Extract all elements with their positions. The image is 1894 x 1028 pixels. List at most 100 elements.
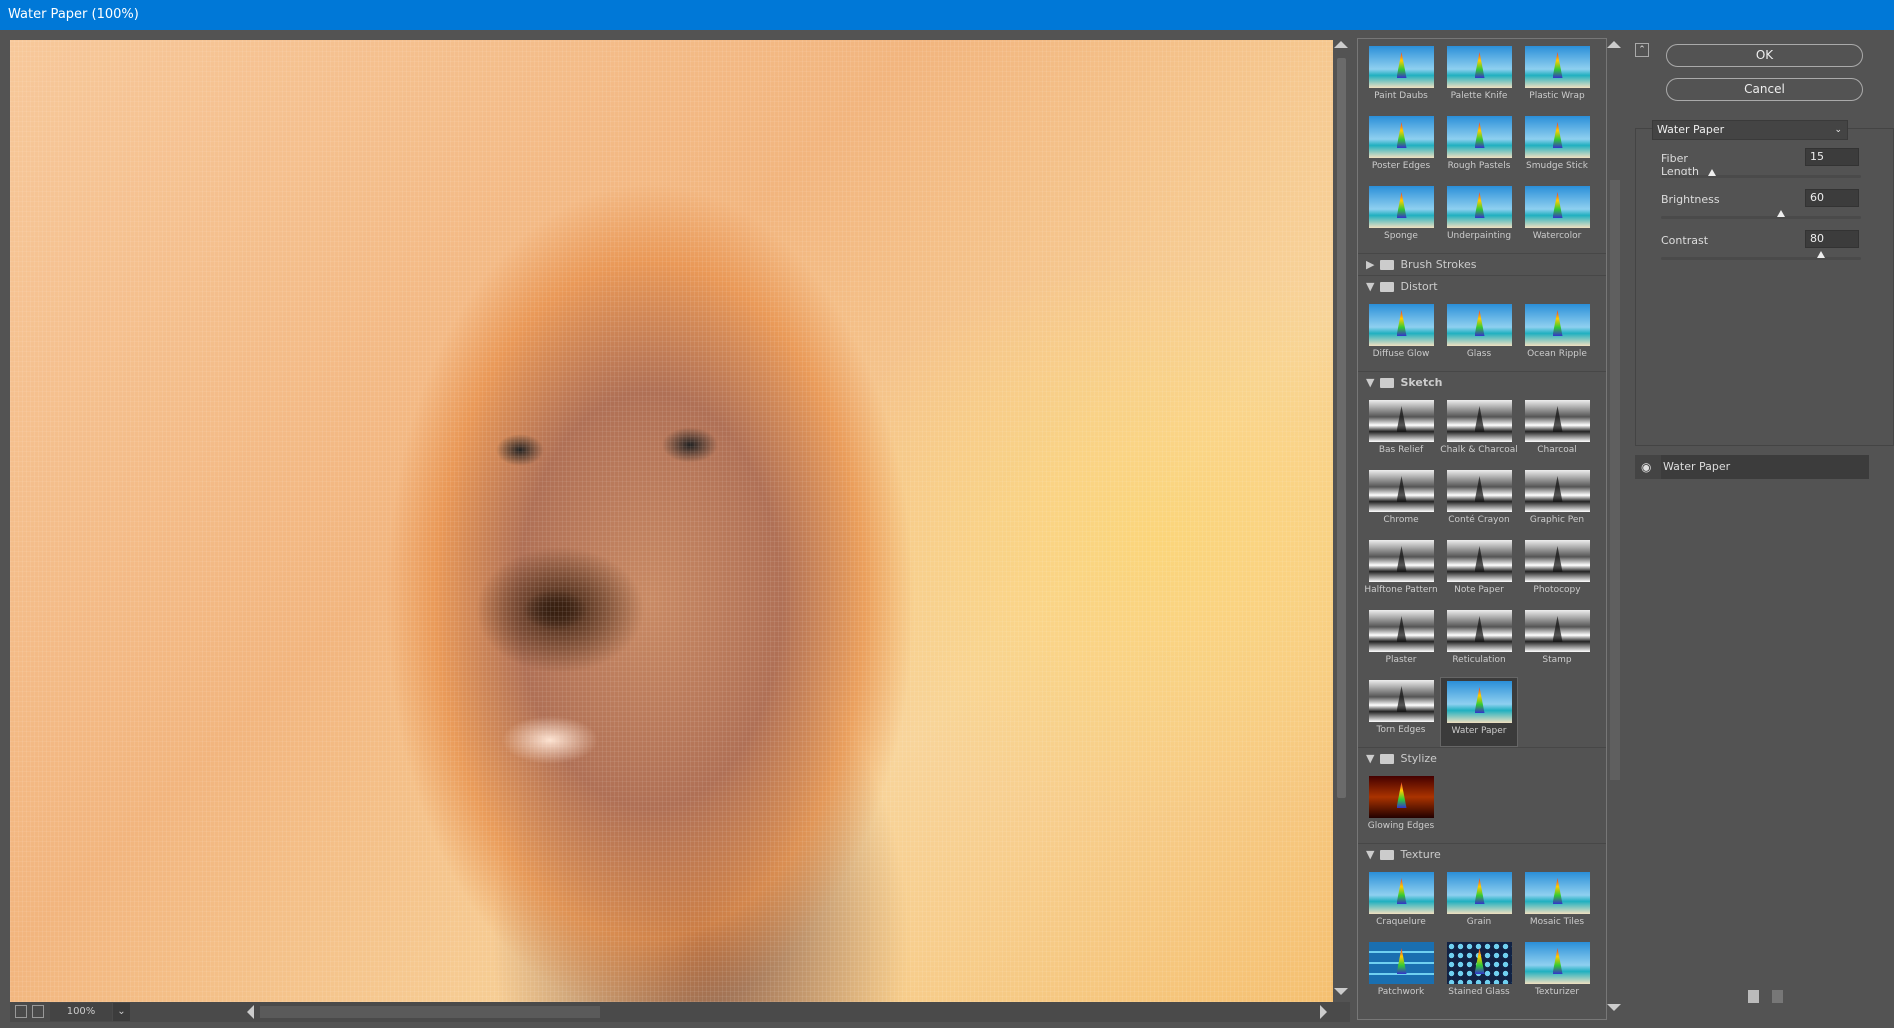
filter-label: Charcoal (1537, 445, 1577, 455)
scroll-down-arrow[interactable] (1607, 1004, 1621, 1018)
collapse-arrow-icon: ▼ (1366, 847, 1375, 861)
cancel-button[interactable]: Cancel (1666, 78, 1863, 101)
gallery-scrollbar[interactable] (1607, 38, 1622, 1020)
collapse-gallery-icon[interactable]: ⌃ (1635, 43, 1649, 57)
filter-label: Chalk & Charcoal (1440, 445, 1518, 455)
filter-thumbnail[interactable]: Rough Pastels (1440, 113, 1518, 183)
filter-label: Poster Edges (1371, 161, 1431, 171)
horizontal-scroll-thumb[interactable] (260, 1006, 600, 1018)
filter-thumbnail[interactable]: Plastic Wrap (1518, 43, 1596, 113)
filter-thumbnail[interactable]: Halftone Pattern (1362, 537, 1440, 607)
zoom-in-button[interactable] (32, 1005, 44, 1018)
zoom-dropdown-chevron-icon[interactable]: ⌄ (113, 1003, 130, 1021)
filter-thumbnail[interactable]: Plaster (1362, 607, 1440, 677)
filter-thumbnail[interactable]: Note Paper (1440, 537, 1518, 607)
param-value-input[interactable]: 60 (1805, 189, 1859, 207)
scroll-left-arrow[interactable] (240, 1005, 254, 1019)
filter-preview-image (1368, 46, 1434, 88)
delete-effect-layer-icon[interactable] (1772, 990, 1783, 1003)
layer-row[interactable]: ◉ Water Paper (1635, 455, 1869, 479)
filter-label: Stained Glass (1448, 987, 1510, 997)
filter-thumbnail[interactable]: Bas Relief (1362, 397, 1440, 467)
filter-thumbnail[interactable]: Underpainting (1440, 183, 1518, 253)
preview-canvas[interactable] (10, 40, 1333, 1002)
new-effect-layer-icon[interactable] (1748, 990, 1759, 1003)
filter-preview-image (1446, 540, 1512, 582)
filter-label: Glowing Edges (1367, 821, 1435, 831)
filter-label: Patchwork (1377, 987, 1425, 997)
filter-thumbnail[interactable]: Glass (1440, 301, 1518, 371)
filter-label: Smudge Stick (1526, 161, 1588, 171)
filter-thumbnail[interactable]: Palette Knife (1440, 43, 1518, 113)
zoom-level[interactable]: 100% (50, 1003, 112, 1021)
filter-thumbnail[interactable]: Grain (1440, 869, 1518, 939)
category-sketch[interactable]: ▼ Sketch (1358, 371, 1606, 393)
filter-thumbnail[interactable]: Chalk & Charcoal (1440, 397, 1518, 467)
filter-thumbnail[interactable]: Charcoal (1518, 397, 1596, 467)
scroll-up-arrow[interactable] (1607, 34, 1621, 48)
filter-preview-image (1524, 304, 1590, 346)
param-slider[interactable] (1661, 169, 1861, 178)
filter-thumbnail[interactable]: Patchwork (1362, 939, 1440, 1009)
scroll-down-arrow[interactable] (1334, 988, 1348, 1002)
param-value-input[interactable]: 80 (1805, 230, 1859, 248)
slider-knob[interactable] (1708, 169, 1717, 176)
filter-thumbnail[interactable]: Paint Daubs (1362, 43, 1440, 113)
filter-thumbnail[interactable]: Reticulation (1440, 607, 1518, 677)
filter-preview-image (1368, 942, 1434, 984)
filter-preview-image (1368, 540, 1434, 582)
scroll-thumb[interactable] (1610, 180, 1620, 780)
filter-select[interactable]: Water Paper ⌄ (1652, 120, 1848, 140)
filter-thumbnail[interactable]: Photocopy (1518, 537, 1596, 607)
preview-status-bar: 100% ⌄ (10, 1002, 1350, 1022)
filter-thumbnail[interactable]: Water Paper (1440, 677, 1518, 747)
filter-thumbnail[interactable]: Watercolor (1518, 183, 1596, 253)
filter-thumbnail[interactable]: Sponge (1362, 183, 1440, 253)
param-slider[interactable] (1661, 210, 1861, 219)
filter-thumbnail[interactable]: Conté Crayon (1440, 467, 1518, 537)
filter-preview-image (1368, 116, 1434, 158)
filter-thumbnail[interactable]: Poster Edges (1362, 113, 1440, 183)
filter-label: Rough Pastels (1447, 161, 1511, 171)
filter-preview-image (1446, 46, 1512, 88)
collapse-arrow-icon: ▼ (1366, 279, 1375, 293)
slider-knob[interactable] (1817, 251, 1825, 258)
filter-thumbnail[interactable]: Mosaic Tiles (1518, 869, 1596, 939)
filter-thumbnail[interactable]: Smudge Stick (1518, 113, 1596, 183)
scroll-right-arrow[interactable] (1320, 1005, 1334, 1019)
filter-label: Glass (1466, 349, 1492, 359)
param-value-input[interactable]: 15 (1805, 148, 1859, 166)
filter-preview-image (1524, 116, 1590, 158)
ok-button[interactable]: OK (1666, 44, 1863, 67)
filter-preview-image (1524, 46, 1590, 88)
category-brush-strokes[interactable]: ▶ Brush Strokes (1358, 253, 1606, 275)
filter-preview-image (1446, 942, 1512, 984)
preview-vertical-scrollbar[interactable] (1333, 40, 1350, 1002)
filter-label: Bas Relief (1378, 445, 1424, 455)
filter-thumbnail[interactable]: Graphic Pen (1518, 467, 1596, 537)
category-stylize[interactable]: ▼ Stylize (1358, 747, 1606, 769)
filter-preview-image (1446, 304, 1512, 346)
filter-thumbnail[interactable]: Torn Edges (1362, 677, 1440, 747)
zoom-out-button[interactable] (15, 1005, 27, 1018)
filter-thumbnail[interactable]: Stamp (1518, 607, 1596, 677)
eye-icon[interactable]: ◉ (1641, 455, 1651, 479)
category-distort[interactable]: ▼ Distort (1358, 275, 1606, 297)
filter-preview-image (1368, 680, 1434, 722)
param-slider[interactable] (1661, 251, 1861, 260)
scroll-thumb[interactable] (1337, 58, 1346, 798)
filter-thumbnail[interactable]: Chrome (1362, 467, 1440, 537)
scroll-up-arrow[interactable] (1334, 34, 1348, 48)
category-texture[interactable]: ▼ Texture (1358, 843, 1606, 865)
filter-thumbnail[interactable]: Diffuse Glow (1362, 301, 1440, 371)
filter-thumbnail[interactable]: Craquelure (1362, 869, 1440, 939)
filter-thumbnail[interactable]: Stained Glass (1440, 939, 1518, 1009)
expand-arrow-icon: ▶ (1366, 257, 1375, 271)
filter-thumbnail[interactable]: Glowing Edges (1362, 773, 1440, 843)
slider-knob[interactable] (1777, 210, 1785, 217)
filter-thumbnail[interactable]: Ocean Ripple (1518, 301, 1596, 371)
filter-label: Diffuse Glow (1372, 349, 1430, 359)
folder-icon (1380, 753, 1395, 764)
filter-thumbnail[interactable]: Texturizer (1518, 939, 1596, 1009)
filter-preview-image (1446, 400, 1512, 442)
